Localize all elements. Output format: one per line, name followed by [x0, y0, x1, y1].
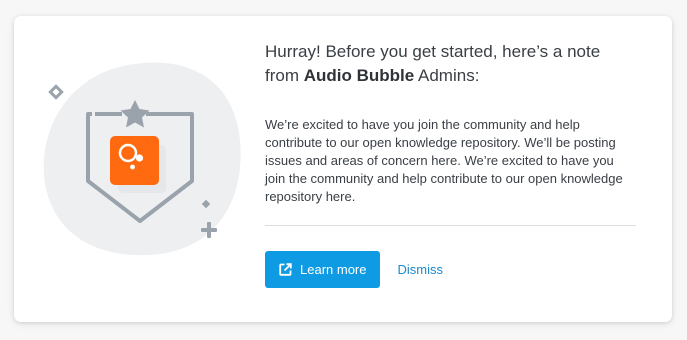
dismiss-button[interactable]: Dismiss	[397, 262, 443, 277]
welcome-note-card: Hurray! Before you get started, here’s a…	[14, 16, 672, 322]
badge-illustration-graphic	[43, 62, 241, 256]
note-headline: Hurray! Before you get started, here’s a…	[265, 40, 637, 88]
note-message: We’re excited to have you join the commu…	[265, 117, 623, 204]
community-logo-icon	[110, 136, 159, 185]
community-badge-illustration	[40, 56, 250, 266]
community-name: Audio Bubble	[303, 66, 415, 85]
headline-suffix: Admins:	[414, 66, 480, 85]
divider	[265, 225, 636, 226]
note-content: Hurray! Before you get started, here’s a…	[265, 40, 637, 288]
learn-more-button[interactable]: Learn more	[265, 251, 381, 288]
external-link-icon	[279, 263, 292, 276]
learn-more-label: Learn more	[300, 262, 367, 277]
diamond-icon	[48, 84, 64, 100]
note-actions: Learn more Dismiss	[265, 251, 443, 288]
